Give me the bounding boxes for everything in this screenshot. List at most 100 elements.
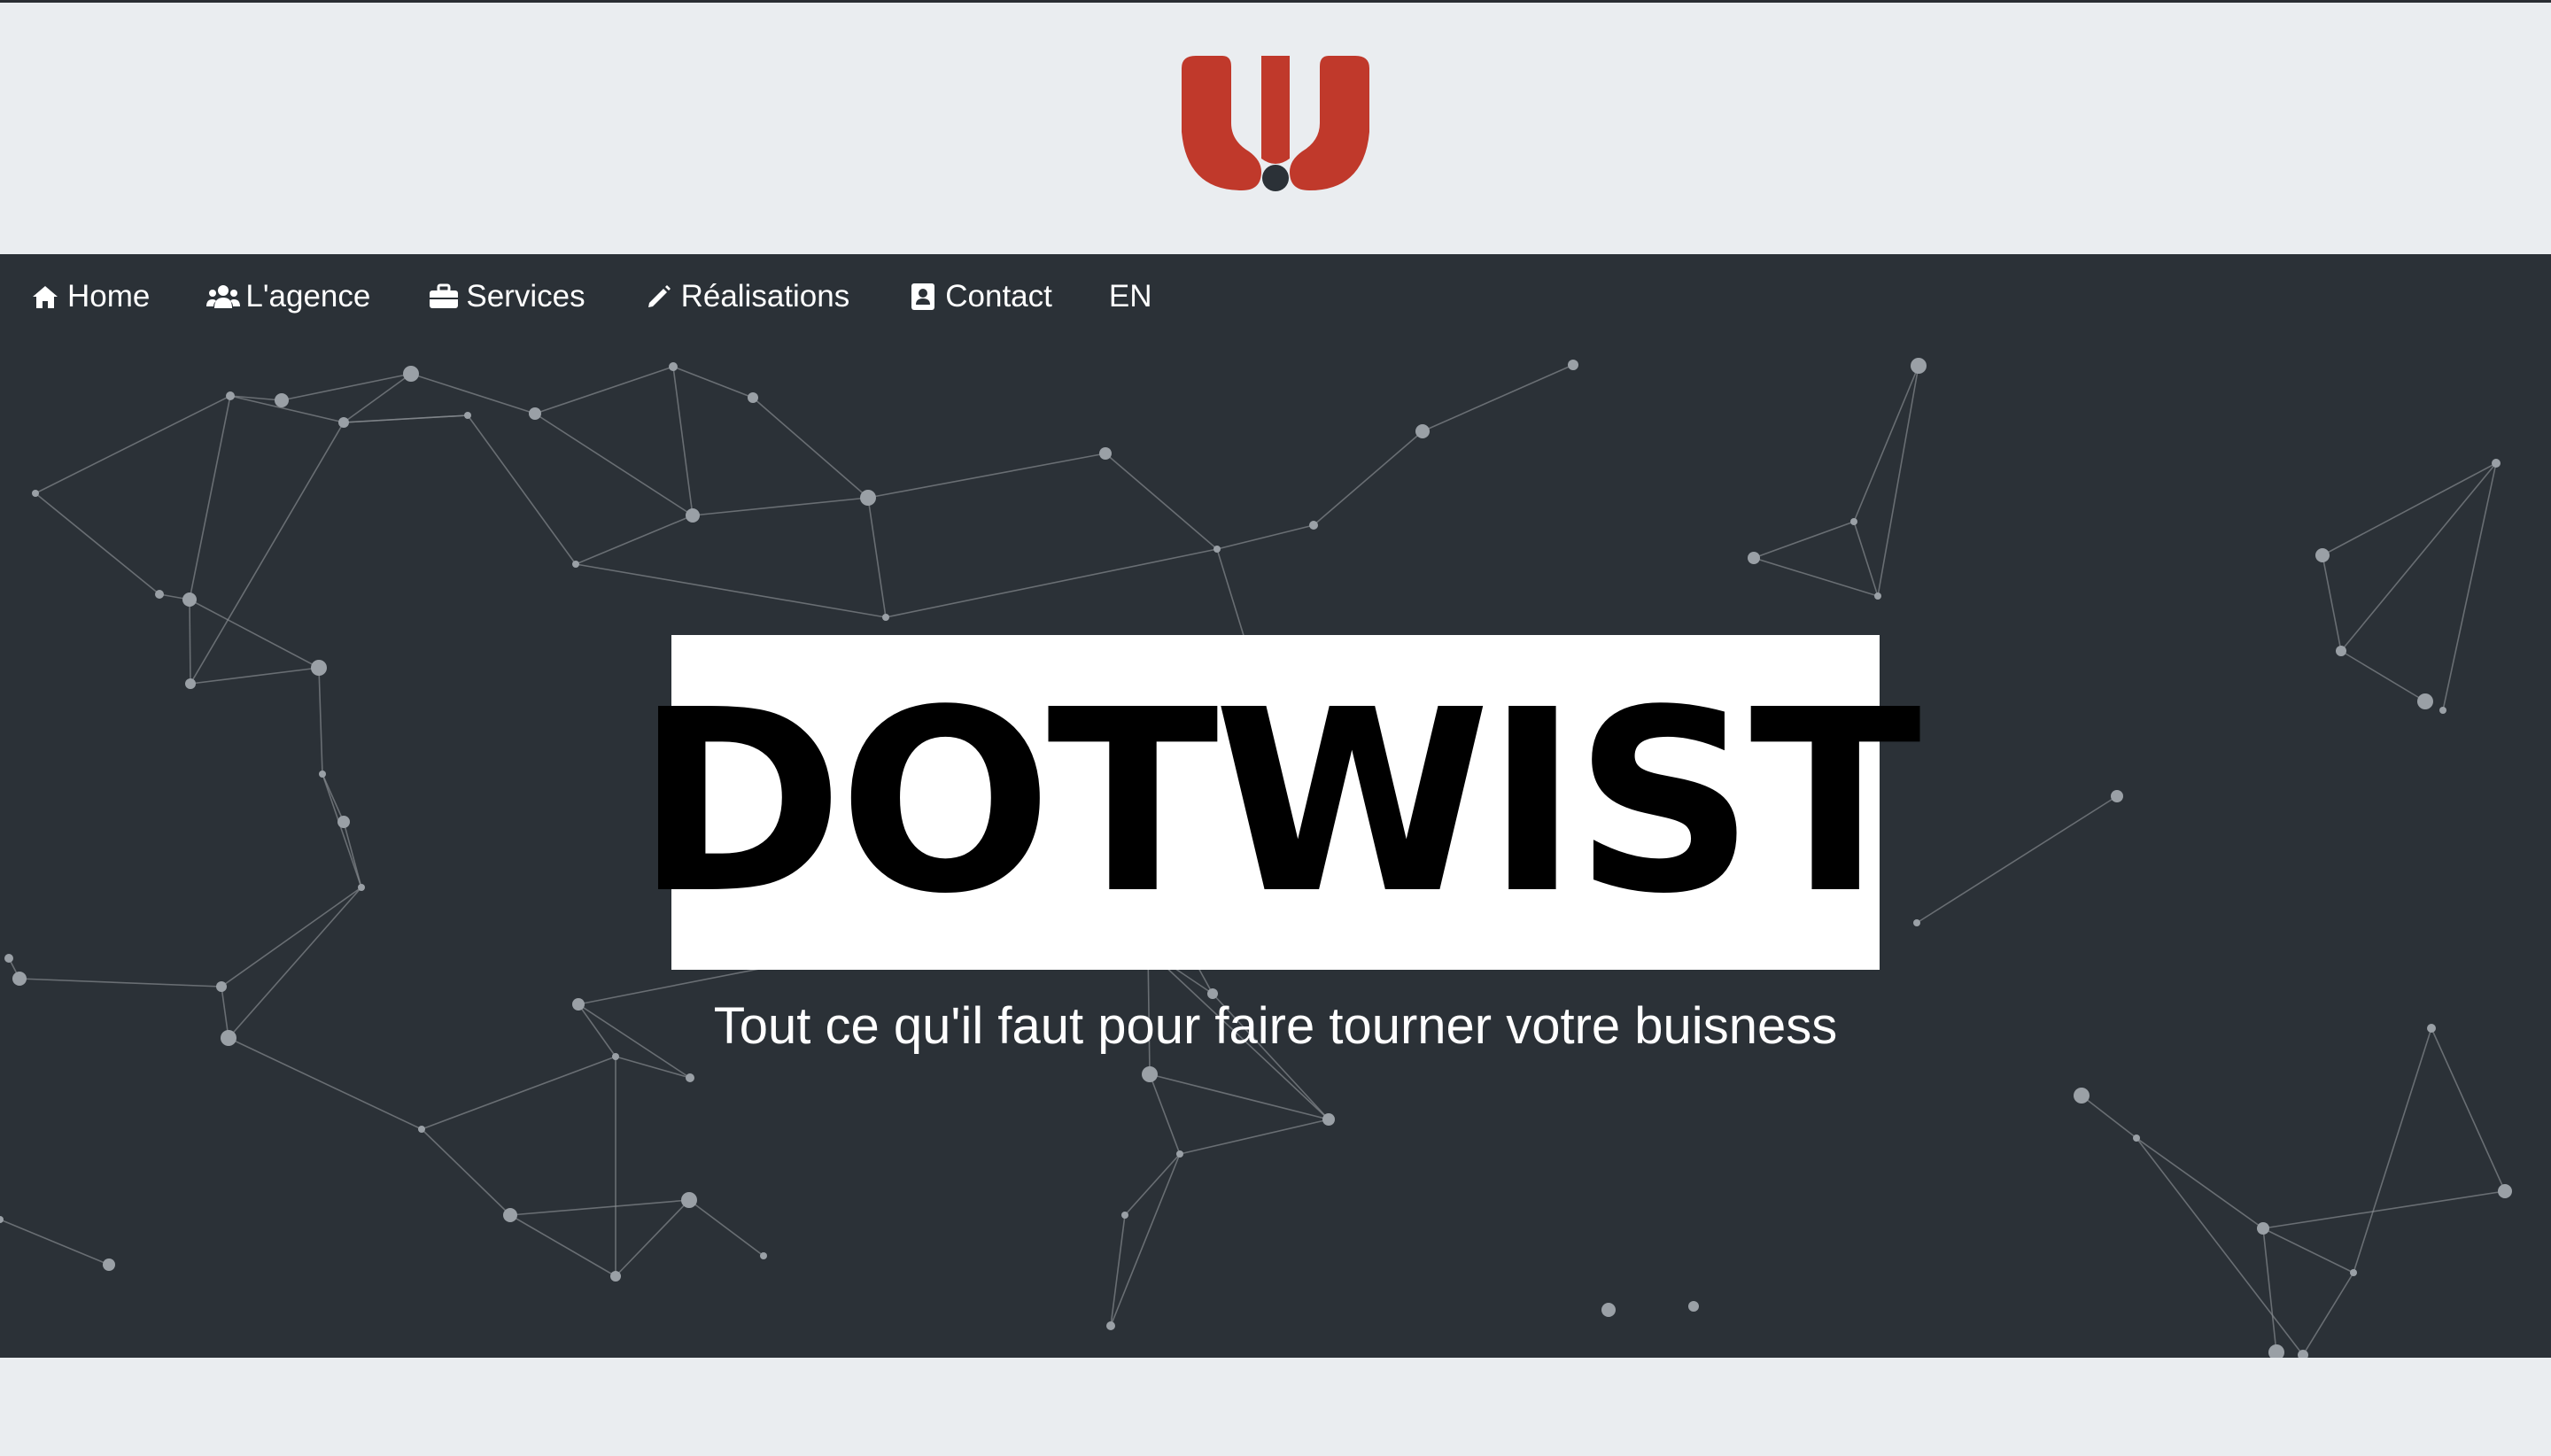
home-icon xyxy=(28,280,62,314)
nav-label: Réalisations xyxy=(680,279,850,314)
network-node xyxy=(1568,360,1578,370)
nav-item-services[interactable]: Services xyxy=(427,279,585,314)
network-line xyxy=(421,1056,616,1130)
network-node xyxy=(2350,1269,2357,1276)
network-line xyxy=(2322,554,2342,652)
network-node xyxy=(2111,790,2123,802)
network-node xyxy=(226,391,235,400)
network-node xyxy=(182,592,197,607)
network-line xyxy=(2262,1190,2506,1229)
network-node xyxy=(529,407,541,420)
network-node xyxy=(2315,548,2330,562)
network-node xyxy=(1121,1212,1128,1219)
network-node xyxy=(2439,707,2446,714)
network-line xyxy=(35,395,231,494)
network-line xyxy=(2081,1095,2137,1139)
network-node xyxy=(2133,1135,2140,1142)
contact-card-icon xyxy=(906,280,940,314)
network-node xyxy=(1322,1113,1335,1126)
network-line xyxy=(2340,650,2426,702)
network-line xyxy=(35,492,160,595)
main-nav: Home L'agence Services Réalisations Cont… xyxy=(0,254,1208,339)
network-line xyxy=(692,497,869,516)
network-line xyxy=(1179,1119,1330,1155)
nav-label: Contact xyxy=(945,279,1052,314)
nav-item-realisations[interactable]: Réalisations xyxy=(642,279,850,314)
nav-item-agence[interactable]: L'agence xyxy=(206,279,370,314)
network-line xyxy=(1422,364,1574,432)
network-node xyxy=(319,771,326,778)
network-line xyxy=(1753,521,1855,559)
network-node xyxy=(748,392,758,403)
network-node xyxy=(1874,592,1881,600)
network-node xyxy=(464,412,471,419)
network-line xyxy=(2353,1027,2432,1274)
network-node xyxy=(1601,1303,1616,1317)
network-line xyxy=(885,548,1218,618)
network-line xyxy=(2340,462,2497,652)
network-line xyxy=(575,515,694,565)
network-node xyxy=(1099,447,1112,460)
network-node xyxy=(12,972,27,986)
network-line xyxy=(1124,1153,1181,1216)
network-node xyxy=(2268,1344,2284,1358)
page-bottom-band xyxy=(0,1358,2551,1456)
network-node xyxy=(185,678,196,689)
network-line xyxy=(2136,1137,2304,1356)
network-node xyxy=(338,417,349,428)
network-node xyxy=(572,561,579,568)
nav-label: Services xyxy=(466,279,585,314)
hero-section: Home L'agence Services Réalisations Cont… xyxy=(0,254,2551,1358)
network-line xyxy=(421,1128,511,1216)
network-node xyxy=(2257,1222,2269,1235)
network-node xyxy=(2074,1088,2090,1104)
network-node xyxy=(0,1216,4,1223)
network-line xyxy=(189,395,231,600)
network-node xyxy=(418,1126,425,1133)
network-line xyxy=(1877,365,1919,597)
network-line xyxy=(672,366,754,399)
network-node xyxy=(503,1208,517,1222)
network-line xyxy=(2322,462,2497,556)
language-switch-en[interactable]: EN xyxy=(1109,279,1152,314)
network-line xyxy=(534,366,674,414)
network-node xyxy=(358,884,365,891)
network-node xyxy=(760,1252,767,1259)
network-line xyxy=(688,1199,764,1257)
network-node xyxy=(2417,693,2433,709)
nav-item-contact[interactable]: Contact xyxy=(906,279,1052,314)
dotwist-logo[interactable] xyxy=(1169,52,1382,203)
network-line xyxy=(2136,1137,2264,1229)
network-line xyxy=(467,414,577,565)
network-line xyxy=(509,1214,616,1277)
network-line xyxy=(19,978,222,987)
network-line xyxy=(1149,1073,1181,1155)
nav-item-home[interactable]: Home xyxy=(28,279,150,314)
brand-title-box: DOTWIST xyxy=(635,635,1921,970)
network-line xyxy=(867,497,887,618)
network-node xyxy=(1309,521,1318,530)
nav-label: EN xyxy=(1108,279,1152,314)
network-line xyxy=(2262,1228,2354,1274)
network-node xyxy=(610,1271,621,1282)
network-node xyxy=(686,1073,694,1082)
network-node xyxy=(686,508,700,523)
network-line xyxy=(2302,1272,2354,1356)
network-line xyxy=(0,1219,110,1266)
network-node xyxy=(882,614,889,621)
network-node xyxy=(1688,1301,1699,1312)
network-line xyxy=(1313,430,1423,526)
users-icon xyxy=(206,280,241,314)
network-node xyxy=(4,954,13,963)
network-node xyxy=(155,590,164,599)
network-line xyxy=(190,667,320,685)
network-line xyxy=(575,563,887,618)
network-line xyxy=(534,413,694,516)
network-node xyxy=(403,366,419,382)
network-line xyxy=(343,414,469,423)
brand-title: DOTWIST xyxy=(634,655,1921,949)
network-node xyxy=(681,1192,697,1208)
network-node xyxy=(1748,552,1760,564)
network-line xyxy=(867,453,1106,499)
network-line xyxy=(1916,795,2118,924)
